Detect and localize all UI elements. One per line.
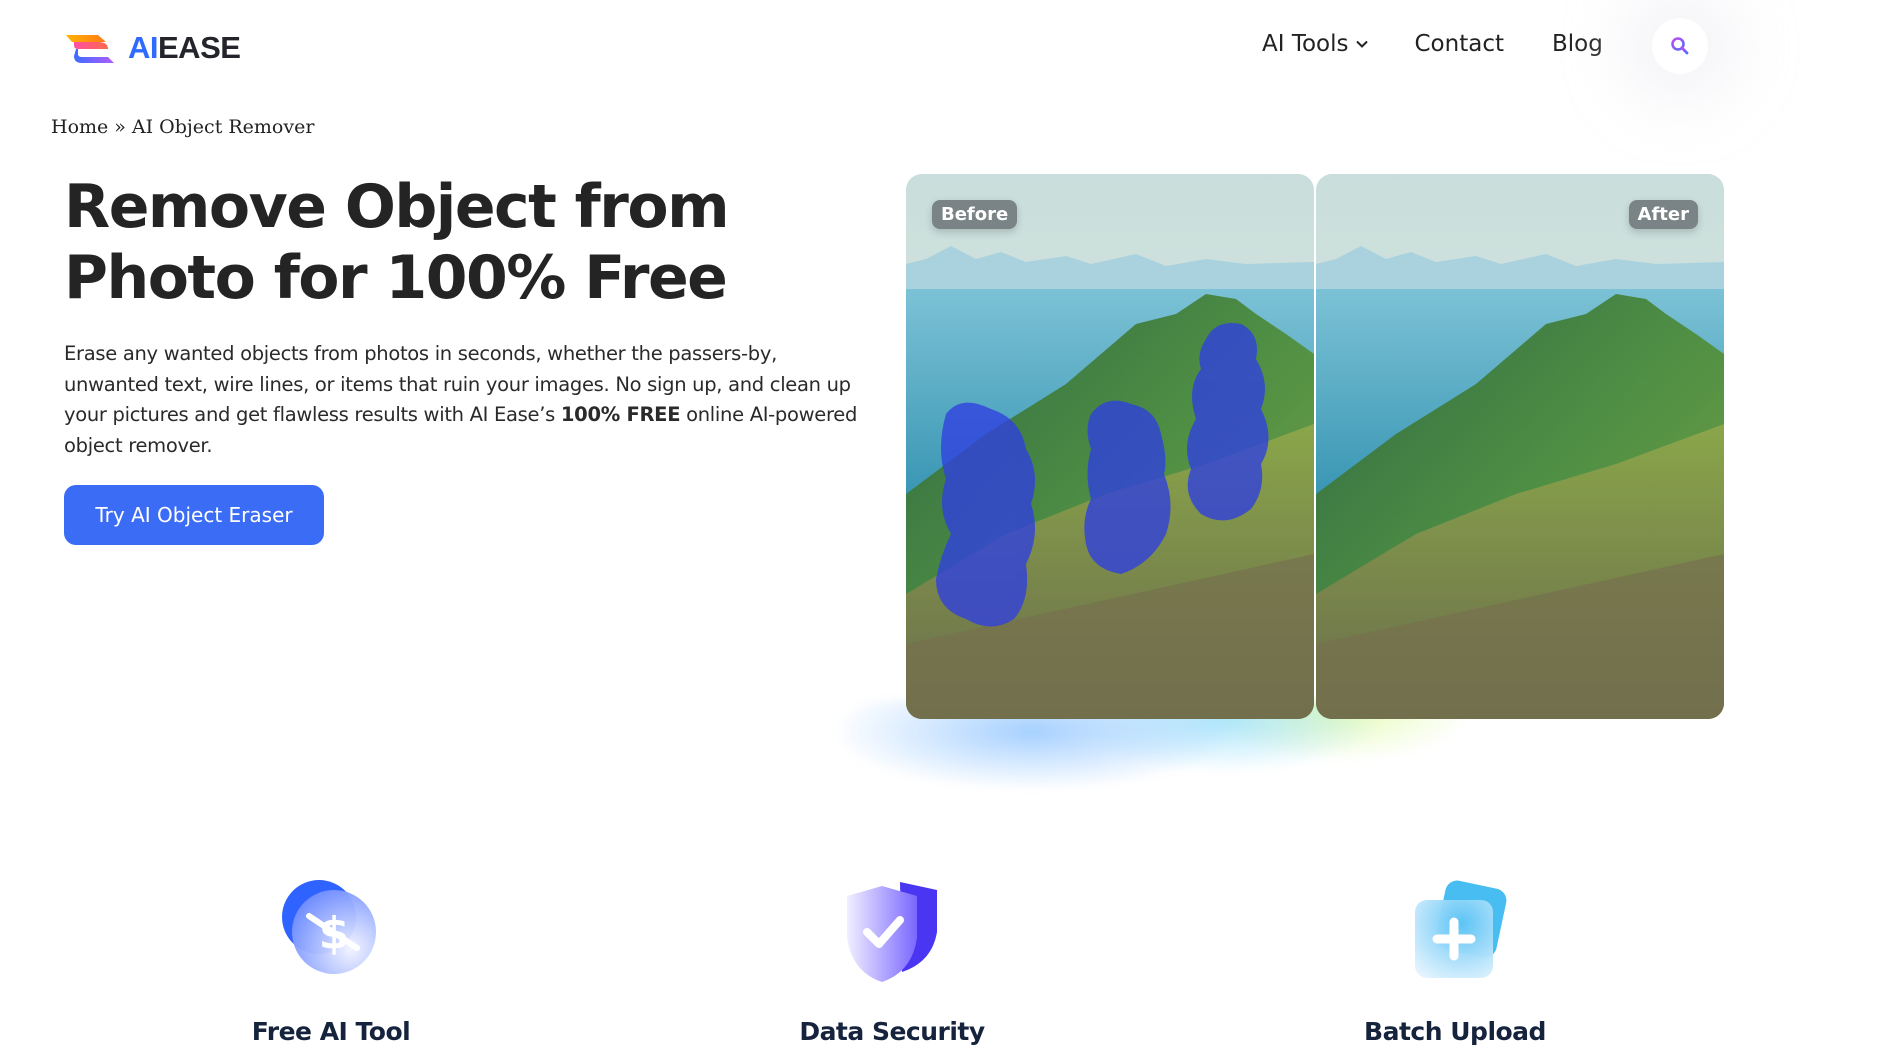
feature-batch-upload: Batch Upload	[1325, 872, 1585, 1046]
logo-mark-icon	[66, 35, 114, 63]
search-icon	[1671, 37, 1689, 55]
after-image: After	[1316, 174, 1724, 719]
breadcrumb-home[interactable]: Home	[51, 116, 108, 138]
nav-blog-label: Blog	[1551, 31, 1603, 57]
title-line-2: Photo for 100% Free	[64, 243, 728, 313]
nav-ai-tools[interactable]: AI Tools	[1262, 31, 1369, 57]
no-dollar-icon: $	[282, 880, 376, 974]
page-title: Remove Object from Photo for 100% Free	[64, 172, 764, 314]
logo-wordmark: AIEASE	[128, 30, 241, 65]
try-object-eraser-button[interactable]: Try AI Object Eraser	[64, 485, 324, 545]
nav-ai-tools-label: AI Tools	[1262, 31, 1349, 57]
before-badge: Before	[932, 200, 1018, 229]
nav-contact[interactable]: Contact	[1415, 31, 1504, 57]
feature-label: Data Security	[799, 1017, 985, 1046]
shield-check-icon	[847, 882, 937, 982]
breadcrumb-current: AI Object Remover	[131, 116, 315, 138]
feature-label: Batch Upload	[1364, 1017, 1546, 1046]
feature-data-security: Data Security	[762, 872, 1022, 1046]
main-nav: AI Tools Contact Blog	[1262, 24, 1603, 64]
batch-upload-icon	[1415, 880, 1507, 978]
logo[interactable]: AIEASE	[64, 30, 241, 66]
feature-label: Free AI Tool	[251, 1017, 411, 1046]
landscape-photo-before	[906, 174, 1314, 719]
hero-description: Erase any wanted objects from photos in …	[64, 339, 874, 461]
title-line-1: Remove Object from	[64, 172, 730, 242]
nav-blog[interactable]: Blog	[1552, 31, 1603, 57]
chevron-down-icon	[1355, 40, 1368, 48]
search-button[interactable]	[1652, 18, 1708, 74]
breadcrumb: Home » AI Object Remover	[51, 116, 314, 138]
before-image: Before	[906, 174, 1314, 719]
breadcrumb-separator: »	[114, 116, 126, 138]
feature-free-ai-tool: $ Free AI Tool	[201, 872, 461, 1046]
landscape-photo-after	[1316, 174, 1724, 719]
after-badge: After	[1628, 200, 1698, 229]
nav-contact-label: Contact	[1414, 31, 1504, 57]
description-bold: 100% FREE	[560, 403, 681, 426]
